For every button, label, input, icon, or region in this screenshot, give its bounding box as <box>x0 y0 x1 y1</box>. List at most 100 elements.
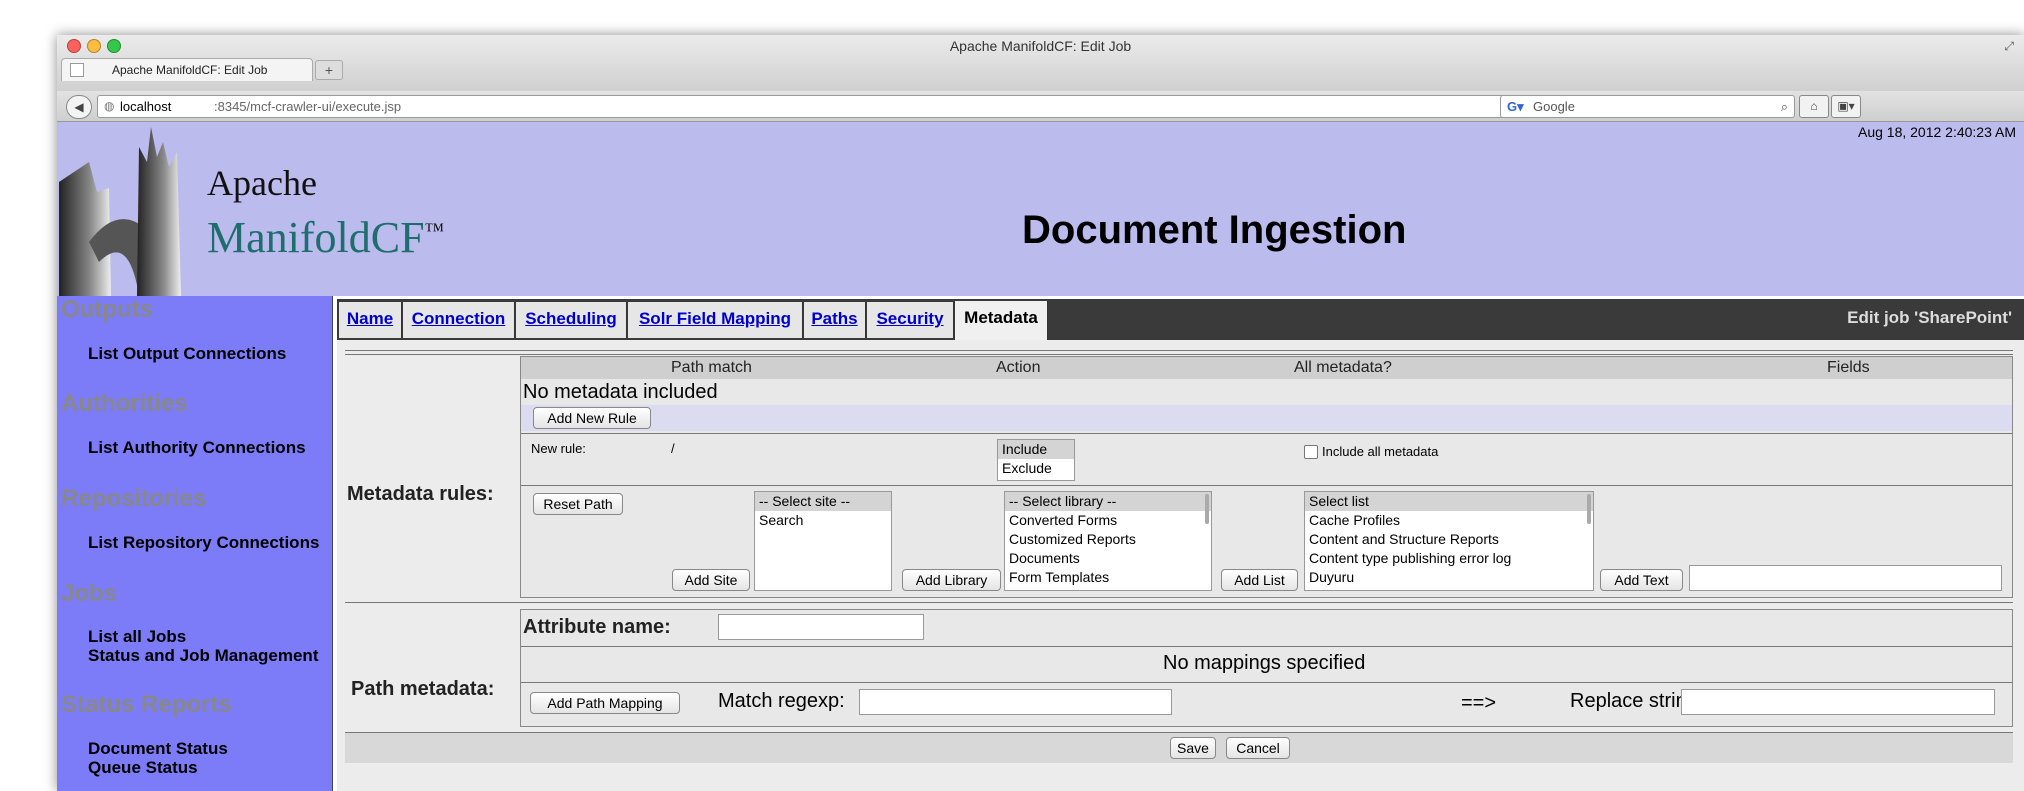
url-path: :8345/mcf-crawler-ui/execute.jsp <box>214 99 402 114</box>
rule-divider <box>521 433 2012 434</box>
path-divider <box>521 646 2012 647</box>
tab-scheduling[interactable]: Scheduling <box>516 302 627 338</box>
action-option[interactable]: Exclude <box>998 459 1074 478</box>
logo-apache-text: Apache <box>207 163 317 203</box>
add-library-button[interactable]: Add Library <box>902 569 1001 591</box>
add-list-button[interactable]: Add List <box>1221 569 1298 591</box>
google-icon: G▾ <box>1507 99 1524 114</box>
attribute-name-input[interactable] <box>718 614 924 640</box>
metadata-rules-box: Path match Action All metadata? Fields N… <box>520 356 2013 598</box>
tab-scheduling-link[interactable]: Scheduling <box>525 309 617 328</box>
include-all-metadata-label: Include all metadata <box>1322 444 1439 459</box>
library-option[interactable]: Form Templates <box>1005 568 1211 587</box>
logo-manifoldcf-text: ManifoldCF™ <box>207 212 444 263</box>
sidebar-heading-status-reports: Status Reports <box>61 691 232 718</box>
extensions-button[interactable]: ▣▾ <box>1831 95 1861 118</box>
match-regexp-input[interactable] <box>859 689 1172 715</box>
back-button[interactable]: ◀ <box>66 95 92 119</box>
edit-job-title: Edit job 'SharePoint' <box>1847 308 2012 327</box>
logo-tower-icon <box>59 127 181 296</box>
tab-connection-link[interactable]: Connection <box>412 309 506 328</box>
column-path-match: Path match <box>671 359 752 376</box>
action-select[interactable]: Include Exclude <box>997 439 1075 481</box>
column-all-metadata: All metadata? <box>1294 359 1392 376</box>
logo-name: ManifoldCF <box>207 213 425 262</box>
address-bar[interactable]: ◍ localhost :8345/mcf-crawler-ui/execute… <box>97 95 1555 118</box>
datetime: Aug 18, 2012 2:40:23 AM <box>1857 124 2016 140</box>
library-scrollbar[interactable] <box>1205 494 1209 524</box>
sidebar-item-list-all-jobs[interactable]: List all Jobs <box>88 627 186 647</box>
fullscreen-icon[interactable]: ⤢ <box>2004 39 2014 54</box>
library-option[interactable]: Converted Forms <box>1005 511 1211 530</box>
site-option[interactable]: -- Select site -- <box>755 492 891 511</box>
sidebar-item-status-and-job-management[interactable]: Status and Job Management <box>88 646 318 666</box>
library-option[interactable]: -- Select library -- <box>1005 492 1211 511</box>
tab-name-link[interactable]: Name <box>347 309 393 328</box>
sidebar-item-list-authority-connections[interactable]: List Authority Connections <box>88 438 306 458</box>
add-rule-row <box>521 405 2012 431</box>
home-button[interactable]: ⌂ <box>1799 95 1829 118</box>
list-option[interactable]: Content type publishing error log <box>1305 549 1593 568</box>
tab-connection[interactable]: Connection <box>403 302 515 338</box>
browser-tab-title: Apache ManifoldCF: Edit Job <box>112 63 268 77</box>
tab-paths-link[interactable]: Paths <box>811 309 857 328</box>
tab-metadata[interactable]: Metadata <box>955 301 1048 340</box>
page-title: Document Ingestion <box>1022 208 1407 252</box>
site-option[interactable]: Search <box>755 511 891 530</box>
reset-path-button[interactable]: Reset Path <box>533 493 623 515</box>
match-regexp-label: Match regexp: <box>718 690 845 712</box>
tab-security-link[interactable]: Security <box>876 309 943 328</box>
navigation-bar: ◀ ◍ localhost :8345/mcf-crawler-ui/execu… <box>57 91 2024 122</box>
list-option[interactable]: Content and Structure Reports <box>1305 530 1593 549</box>
rule-divider-2 <box>521 485 2012 486</box>
library-option[interactable]: Customized Reports <box>1005 530 1211 549</box>
browser-tab[interactable]: Apache ManifoldCF: Edit Job <box>61 58 313 81</box>
sidebar-heading-outputs: Outputs <box>61 296 153 323</box>
list-option[interactable]: Select list <box>1305 492 1593 511</box>
sidebar-item-list-repository-connections[interactable]: List Repository Connections <box>88 533 319 553</box>
search-placeholder: Google <box>1533 99 1575 114</box>
add-new-rule-button[interactable]: Add New Rule <box>533 407 651 429</box>
sidebar-heading-jobs: Jobs <box>61 580 118 607</box>
logo-tm: ™ <box>424 219 445 242</box>
job-tabs-bar: Name Connection Scheduling Solr Field Ma… <box>337 299 2024 340</box>
search-icon[interactable]: ⌕ <box>1781 96 1788 117</box>
path-metadata-label: Path metadata: <box>351 678 495 700</box>
path-metadata-box: Attribute name: No mappings specified Ad… <box>520 609 2013 727</box>
section-divider <box>345 602 2013 603</box>
replace-string-input[interactable] <box>1681 689 1995 715</box>
add-path-mapping-button[interactable]: Add Path Mapping <box>530 692 680 714</box>
sidebar-item-queue-status[interactable]: Queue Status <box>88 758 198 778</box>
cancel-button[interactable]: Cancel <box>1226 737 1290 759</box>
save-button[interactable]: Save <box>1170 737 1216 759</box>
search-bar[interactable]: G▾ Google ⌕ <box>1500 95 1795 118</box>
sidebar-item-document-status[interactable]: Document Status <box>88 739 228 759</box>
tab-solr-field-mapping-link[interactable]: Solr Field Mapping <box>639 309 791 328</box>
globe-icon: ◍ <box>104 99 115 113</box>
add-site-button[interactable]: Add Site <box>672 569 750 591</box>
metadata-text-input[interactable] <box>1689 565 2002 591</box>
action-option[interactable]: Include <box>998 440 1074 459</box>
library-select[interactable]: -- Select library -- Converted Forms Cus… <box>1004 491 1212 591</box>
no-mappings-message: No mappings specified <box>1163 652 1366 674</box>
list-select[interactable]: Select list Cache Profiles Content and S… <box>1304 491 1594 591</box>
window-title: Apache ManifoldCF: Edit Job <box>949 38 1132 54</box>
site-select[interactable]: -- Select site -- Search <box>754 491 892 591</box>
list-scrollbar[interactable] <box>1587 494 1591 524</box>
new-rule-path: / <box>671 441 675 456</box>
include-all-metadata-checkbox[interactable] <box>1304 445 1318 459</box>
sidebar: Outputs List Output Connections Authorit… <box>57 296 333 791</box>
add-text-button[interactable]: Add Text <box>1600 569 1683 591</box>
tab-security[interactable]: Security <box>867 302 954 338</box>
tab-solr-field-mapping[interactable]: Solr Field Mapping <box>628 302 803 338</box>
library-option[interactable]: Documents <box>1005 549 1211 568</box>
list-option[interactable]: Cache Profiles <box>1305 511 1593 530</box>
tab-metadata-label: Metadata <box>964 308 1038 327</box>
favicon-icon <box>70 63 84 77</box>
new-tab-button[interactable]: + <box>315 60 343 80</box>
list-option[interactable]: Duyuru <box>1305 568 1593 587</box>
tab-name[interactable]: Name <box>339 302 402 338</box>
column-fields: Fields <box>1827 359 1870 376</box>
tab-paths[interactable]: Paths <box>804 302 866 338</box>
sidebar-item-list-output-connections[interactable]: List Output Connections <box>88 344 286 364</box>
